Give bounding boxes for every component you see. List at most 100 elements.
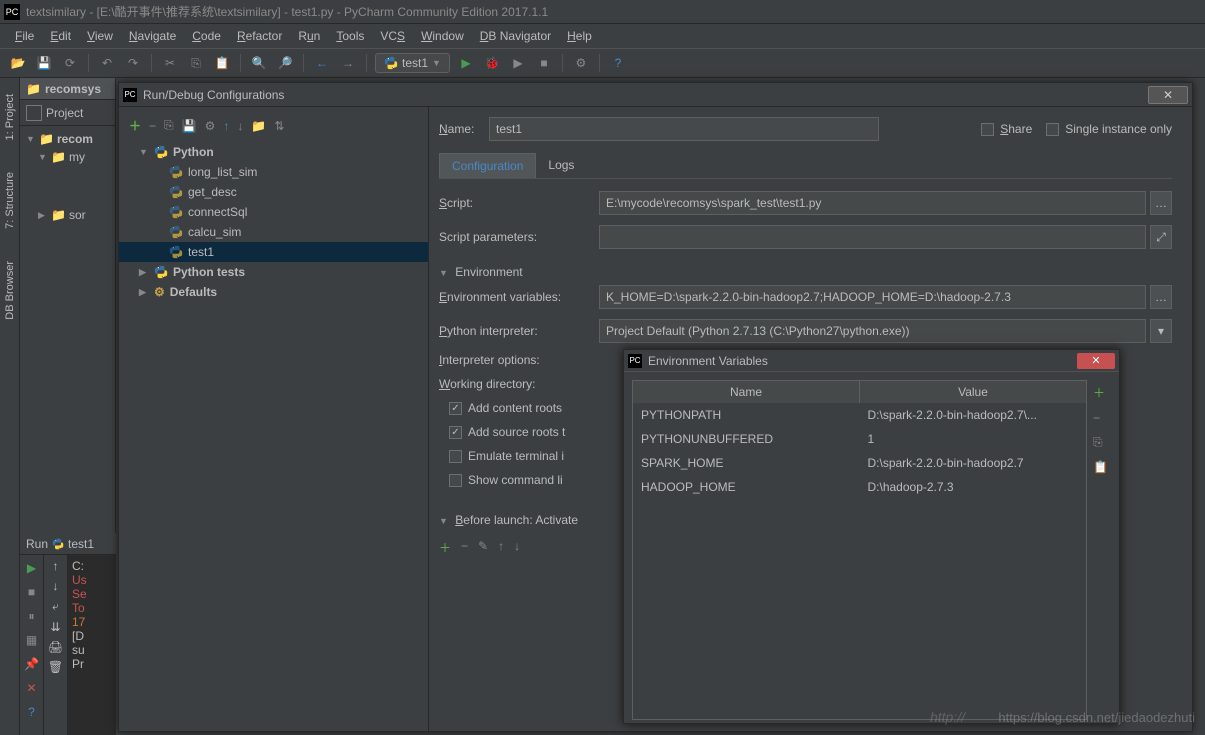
sort-icon[interactable]: ⇅ bbox=[274, 119, 284, 133]
folder-icon[interactable]: 📁 bbox=[251, 119, 266, 133]
table-row[interactable]: PYTHONUNBUFFERED 1 bbox=[633, 427, 1086, 451]
expand-button[interactable]: ⤢ bbox=[1150, 225, 1172, 249]
coverage-icon[interactable]: ▶ bbox=[508, 53, 528, 73]
config-group-defaults[interactable]: ▶ ⚙ Defaults bbox=[119, 282, 428, 302]
down-icon[interactable]: ↓ bbox=[53, 579, 59, 593]
config-item[interactable]: get_desc bbox=[119, 182, 428, 202]
add-icon[interactable]: ＋ bbox=[1093, 384, 1111, 401]
single-instance-checkbox[interactable] bbox=[1046, 123, 1059, 136]
settings-icon[interactable]: ⚙ bbox=[571, 53, 591, 73]
wrap-icon[interactable]: ⤶ bbox=[52, 599, 59, 614]
help-icon[interactable]: ? bbox=[608, 53, 628, 73]
undo-icon[interactable]: ↶ bbox=[97, 53, 117, 73]
scroll-icon[interactable]: ⇊ bbox=[50, 620, 60, 634]
remove-icon[interactable]: − bbox=[1093, 411, 1111, 425]
config-item-selected[interactable]: test1 bbox=[119, 242, 428, 262]
find-icon[interactable]: 🔍 bbox=[249, 53, 269, 73]
down-icon[interactable]: ↓ bbox=[514, 539, 520, 556]
sidebar-tab-structure[interactable]: 7: Structure bbox=[3, 166, 17, 235]
table-row[interactable]: SPARK_HOME D:\spark-2.2.0-bin-hadoop2.7 bbox=[633, 451, 1086, 475]
remove-icon[interactable]: − bbox=[461, 539, 468, 556]
menu-view[interactable]: View bbox=[80, 27, 120, 45]
tree-row[interactable]: ▶ 📁 sor bbox=[20, 206, 115, 224]
trash-icon[interactable]: 🗑 bbox=[48, 660, 63, 674]
close-button[interactable]: ✕ bbox=[1148, 86, 1188, 104]
env-vars-input[interactable] bbox=[599, 285, 1146, 309]
copy-icon[interactable]: ⎘ bbox=[186, 53, 206, 73]
env-section-header[interactable]: ▼ Environment bbox=[439, 259, 1172, 285]
up-icon[interactable]: ↑ bbox=[223, 119, 229, 133]
config-item[interactable]: long_list_sim bbox=[119, 162, 428, 182]
menu-help[interactable]: Help bbox=[560, 27, 599, 45]
help-icon[interactable]: ? bbox=[23, 703, 41, 721]
run-console[interactable]: C: Us Se To 17 [D su Pr bbox=[68, 555, 116, 735]
tree-row[interactable]: ▼ 📁 recom bbox=[20, 130, 115, 148]
menu-dbnavigator[interactable]: DB Navigator bbox=[473, 27, 558, 45]
rerun-icon[interactable]: ▶ bbox=[23, 559, 41, 577]
run-icon[interactable]: ▶ bbox=[456, 53, 476, 73]
add-icon[interactable]: ＋ bbox=[129, 117, 141, 134]
menu-code[interactable]: Code bbox=[185, 27, 228, 45]
settings-icon[interactable]: ⚙ bbox=[205, 119, 216, 133]
down-icon[interactable]: ↓ bbox=[237, 119, 243, 133]
save-icon[interactable]: 💾 bbox=[182, 119, 197, 133]
menu-tools[interactable]: Tools bbox=[329, 27, 371, 45]
table-row[interactable]: PYTHONPATH D:\spark-2.2.0-bin-hadoop2.7\… bbox=[633, 403, 1086, 427]
tab-configuration[interactable]: Configuration bbox=[439, 153, 536, 178]
up-icon[interactable]: ↑ bbox=[53, 559, 59, 573]
pin-icon[interactable]: 📌 bbox=[23, 655, 41, 673]
menu-edit[interactable]: Edit bbox=[43, 27, 78, 45]
up-icon[interactable]: ↑ bbox=[498, 539, 504, 556]
menu-refactor[interactable]: Refactor bbox=[230, 27, 289, 45]
dialog-titlebar[interactable]: PC Run/Debug Configurations ✕ bbox=[119, 83, 1192, 107]
edit-icon[interactable]: ✎ bbox=[478, 539, 488, 556]
share-checkbox[interactable] bbox=[981, 123, 994, 136]
menu-vcs[interactable]: VCS bbox=[373, 27, 412, 45]
menu-file[interactable]: File bbox=[8, 27, 41, 45]
project-tab-label[interactable]: Project bbox=[46, 106, 83, 120]
add-content-checkbox[interactable] bbox=[449, 402, 462, 415]
print-icon[interactable]: 🖨 bbox=[48, 640, 63, 654]
paste-icon[interactable]: 📋 bbox=[1093, 460, 1111, 474]
save-all-icon[interactable]: 💾 bbox=[34, 53, 54, 73]
show-command-checkbox[interactable] bbox=[449, 474, 462, 487]
config-group-python[interactable]: ▼ Python bbox=[119, 142, 428, 162]
interpreter-select[interactable]: Project Default (Python 2.7.13 (C:\Pytho… bbox=[599, 319, 1146, 343]
sidebar-tab-project[interactable]: 1: Project bbox=[3, 88, 17, 146]
chevron-down-icon[interactable]: ▾ bbox=[1150, 319, 1172, 343]
close-button[interactable]: ✕ bbox=[1077, 353, 1115, 369]
run-config-selector[interactable]: test1 ▼ bbox=[375, 53, 450, 73]
replace-icon[interactable]: 🔎 bbox=[275, 53, 295, 73]
browse-button[interactable]: … bbox=[1150, 285, 1172, 309]
debug-icon[interactable]: 🐞 bbox=[482, 53, 502, 73]
close-icon[interactable]: ✕ bbox=[23, 679, 41, 697]
remove-icon[interactable]: − bbox=[149, 119, 156, 133]
sidebar-tab-dbbrowser[interactable]: DB Browser bbox=[3, 255, 17, 326]
stop-icon[interactable]: ■ bbox=[23, 583, 41, 601]
script-params-input[interactable] bbox=[599, 225, 1146, 249]
redo-icon[interactable]: ↷ bbox=[123, 53, 143, 73]
env-dialog-titlebar[interactable]: PC Environment Variables ✕ bbox=[624, 350, 1119, 372]
script-input[interactable] bbox=[599, 191, 1146, 215]
menu-navigate[interactable]: Navigate bbox=[122, 27, 183, 45]
config-item[interactable]: calcu_sim bbox=[119, 222, 428, 242]
table-row[interactable]: HADOOP_HOME D:\hadoop-2.7.3 bbox=[633, 475, 1086, 499]
open-icon[interactable]: 📂 bbox=[8, 53, 28, 73]
column-header-value[interactable]: Value bbox=[860, 381, 1086, 403]
config-group-python-tests[interactable]: ▶ Python tests bbox=[119, 262, 428, 282]
menu-window[interactable]: Window bbox=[414, 27, 471, 45]
tree-row[interactable]: ▼ 📁 my bbox=[20, 148, 115, 166]
column-header-name[interactable]: Name bbox=[633, 381, 860, 403]
pause-icon[interactable]: ⏸ bbox=[23, 607, 41, 625]
tab-logs[interactable]: Logs bbox=[536, 153, 586, 178]
layout-icon[interactable]: ▦ bbox=[23, 631, 41, 649]
copy-icon[interactable]: ⎘ bbox=[164, 118, 174, 133]
menu-run[interactable]: Run bbox=[291, 27, 327, 45]
name-input[interactable] bbox=[489, 117, 879, 141]
table-empty-area[interactable] bbox=[633, 499, 1086, 719]
paste-icon[interactable]: 📋 bbox=[212, 53, 232, 73]
back-icon[interactable]: ← bbox=[312, 53, 332, 73]
stop-icon[interactable]: ■ bbox=[534, 53, 554, 73]
emulate-terminal-checkbox[interactable] bbox=[449, 450, 462, 463]
add-icon[interactable]: ＋ bbox=[439, 539, 451, 556]
